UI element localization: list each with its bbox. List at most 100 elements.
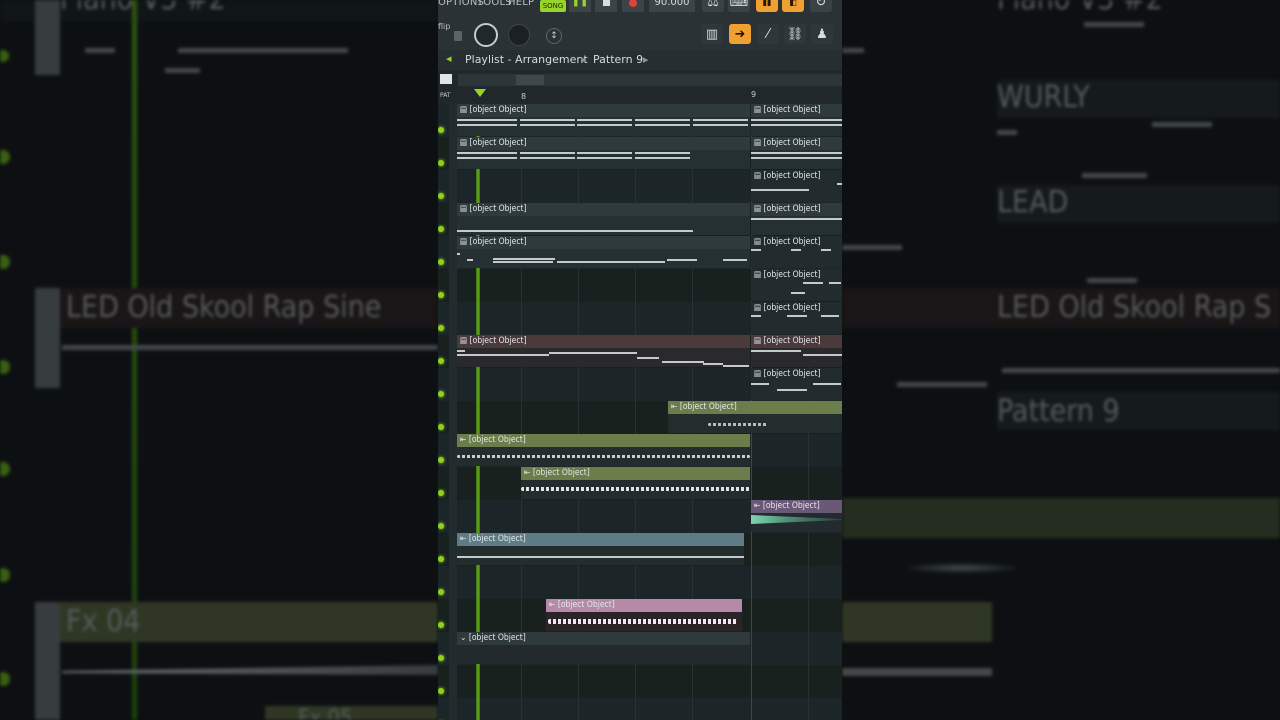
note-block [751, 350, 801, 352]
pattern-clip-icon: ▤ [460, 336, 470, 346]
note-block [520, 152, 575, 154]
note-block [751, 157, 842, 159]
playlist-clip[interactable]: ▤ [object Object] [751, 170, 842, 202]
pattern-clip-icon: ▤ [754, 138, 764, 148]
clip-label: [object Object] [468, 534, 526, 544]
audio-clip-icon: ⇤ [754, 501, 763, 511]
audio-clip-icon: ⇤ [460, 435, 469, 445]
pattern-clip-icon: ▤ [460, 237, 470, 247]
playlist-clip[interactable]: ▤ [object Object] [751, 104, 842, 136]
playlist-clip[interactable]: ⇤ [object Object] [751, 500, 842, 532]
note-block [751, 218, 842, 220]
note-block [667, 259, 697, 261]
note-block [662, 361, 704, 363]
note-block [577, 157, 632, 159]
playlist-clip[interactable]: ▤ [object Object] [751, 269, 842, 301]
note-block [457, 119, 517, 121]
playlist-clip[interactable]: ▤ [object Object] [457, 203, 750, 235]
playlist-clip[interactable]: ▤ [object Object] [751, 203, 842, 235]
note-block [457, 350, 465, 352]
pattern-clip-icon: ▤ [754, 303, 764, 313]
clip-label: [object Object] [763, 336, 821, 346]
note-block [457, 354, 549, 356]
note-block [791, 249, 801, 251]
note-block [635, 152, 690, 154]
clip-label: [object Object] [557, 600, 615, 610]
note-block [751, 383, 769, 385]
pattern-clip-icon: ▤ [754, 336, 764, 346]
fl-studio-window: OPTIONS TOOLS HELP SONG ❚❚ 90.000 ⚖ ⌨ ▮▮… [438, 0, 842, 720]
playlist-clip[interactable]: ⇤ [object Object] [546, 599, 742, 631]
note-block [751, 152, 842, 154]
pattern-clip-icon: ▤ [754, 105, 764, 115]
note-block [467, 259, 473, 261]
playlist-clip[interactable]: ⇤ [object Object] [457, 533, 744, 565]
playlist-clip[interactable]: ▤ [object Object] [457, 335, 750, 367]
note-block [803, 354, 842, 356]
note-block [723, 365, 749, 367]
note-block [520, 124, 575, 126]
note-block [751, 315, 761, 317]
clip-label: [object Object] [763, 204, 821, 214]
note-block [791, 292, 805, 294]
audio-clip-icon: ⇤ [671, 402, 680, 412]
note-block [693, 124, 748, 126]
note-block [520, 119, 575, 121]
audio-clip-icon: ⇤ [524, 468, 533, 478]
note-block [751, 119, 842, 121]
note-block [821, 249, 831, 251]
playlist-clip[interactable]: ▤ [object Object] [751, 335, 842, 367]
pattern-clip-icon: ▤ [460, 105, 470, 115]
playlist-clip[interactable]: ▤ [object Object] [457, 137, 750, 169]
playlist-clip[interactable]: ▤ [object Object] [751, 302, 842, 334]
clip-label: [object Object] [762, 501, 820, 511]
note-block [813, 383, 841, 385]
note-block [723, 259, 747, 261]
background-right-zoom: Piano V3 #2 WURLY LEAD LED Old Skool Rap… [842, 0, 1280, 720]
note-block [821, 315, 839, 317]
clip-label: [object Object] [763, 138, 821, 148]
background-left-zoom: Piano V3 #2 LED Old Skool Rap Sine Fx 04… [0, 0, 438, 720]
note-block [635, 119, 690, 121]
clip-label: [object Object] [469, 336, 527, 346]
playlist-clip[interactable]: ▤ [object Object] [457, 104, 750, 136]
clip-label: [object Object] [763, 270, 821, 280]
audio-clip-icon: ⇤ [460, 534, 469, 544]
note-block [751, 249, 761, 251]
note-block [520, 157, 575, 159]
note-block [703, 363, 723, 365]
playlist-clip[interactable]: ▤ [object Object] [751, 368, 842, 400]
note-block [577, 124, 632, 126]
note-block [751, 124, 842, 126]
playlist-clip[interactable]: ▤ [object Object] [751, 236, 842, 268]
note-block [577, 119, 632, 121]
note-block [637, 357, 659, 359]
note-block [457, 124, 517, 126]
playlist-clip[interactable]: ▤ [object Object] [751, 137, 842, 169]
note-block [549, 352, 637, 354]
note-block [635, 124, 690, 126]
note-block [457, 556, 744, 558]
pattern-clip-icon: ▤ [754, 237, 764, 247]
playlist-clip[interactable]: ⇤ [object Object] [521, 467, 750, 499]
note-block [577, 152, 632, 154]
note-block [557, 261, 665, 263]
note-block [787, 315, 807, 317]
note-block [635, 157, 690, 159]
clip-label: [object Object] [468, 435, 526, 445]
pattern-clip-icon: ▤ [754, 369, 764, 379]
note-block [457, 253, 460, 255]
audio-waveform [457, 455, 750, 458]
note-block [829, 282, 841, 284]
playlist-clip[interactable]: ⇤ [object Object] [457, 434, 750, 466]
playlist-clip[interactable]: ▤ [object Object] [457, 236, 750, 268]
clip-label: [object Object] [763, 237, 821, 247]
note-block [457, 152, 517, 154]
audio-waveform [708, 423, 768, 426]
note-block [493, 258, 555, 260]
clip-label: [object Object] [469, 204, 527, 214]
playlist-clip[interactable]: ⇤ [object Object] [668, 401, 842, 433]
playlist-clip[interactable]: ⌄ [object Object] [457, 632, 750, 664]
pattern-clip-icon: ▤ [460, 138, 470, 148]
clip-label: [object Object] [763, 171, 821, 181]
